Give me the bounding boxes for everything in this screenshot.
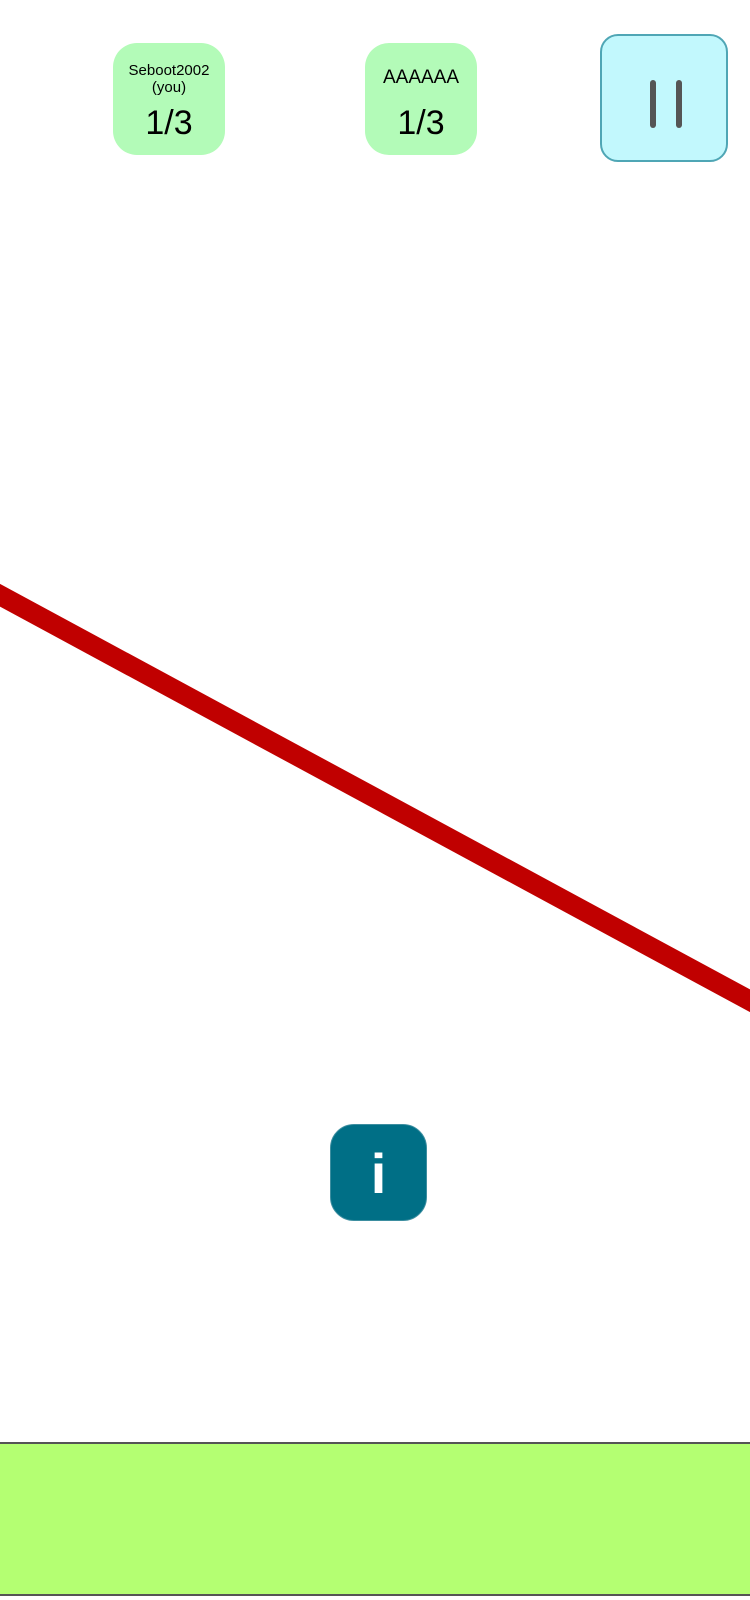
info-button[interactable]: i — [330, 1124, 427, 1221]
ground-platform — [0, 1442, 750, 1596]
drawn-line — [0, 583, 750, 1013]
game-stage[interactable]: Seboot2002 (you) 1/3 AAAAAA 1/3 i — [0, 0, 750, 1600]
drawn-line-layer — [0, 583, 750, 1013]
info-icon: i — [370, 1142, 387, 1205]
